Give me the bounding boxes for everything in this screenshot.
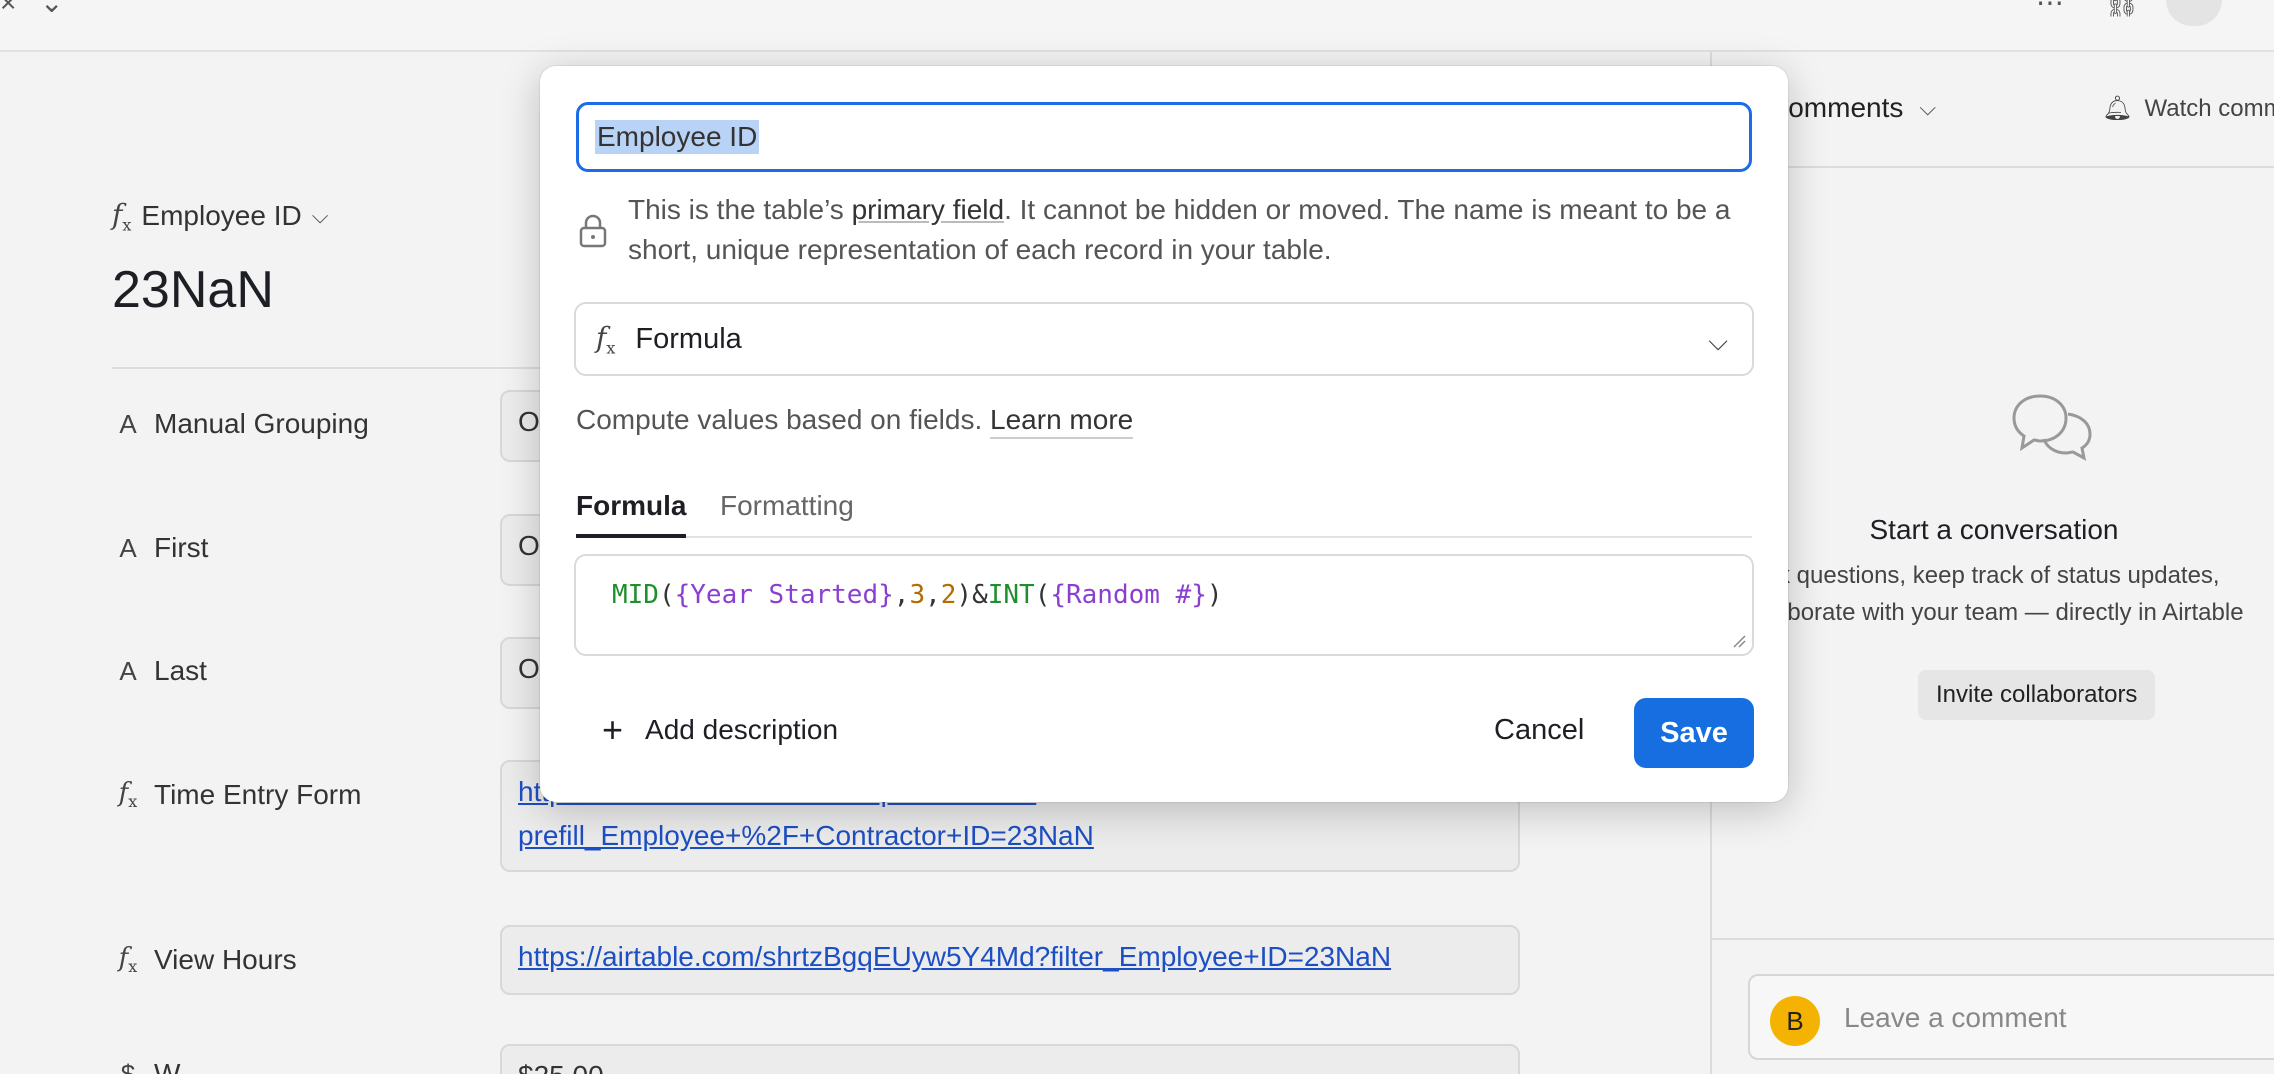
- text-field-icon: A: [119, 408, 137, 439]
- currency-field-icon: $: [120, 1058, 136, 1074]
- learn-more-link[interactable]: Learn more: [990, 404, 1134, 439]
- top-bar: × ⌄ ⋯ ⛓: [0, 0, 2274, 52]
- formula-icon: fx: [112, 198, 132, 235]
- formula-token-function: MID: [612, 580, 659, 610]
- formula-token-comma: ,: [893, 580, 910, 610]
- formula-token-comma: ,: [925, 580, 941, 610]
- field-label-manual-grouping: A Manual Grouping: [116, 408, 369, 440]
- close-icon[interactable]: ×: [0, 0, 34, 17]
- divider: [112, 367, 582, 369]
- lock-icon: [579, 214, 607, 248]
- text-field-icon: A: [119, 532, 137, 563]
- formula-token-number: 2: [940, 580, 957, 610]
- field-label-text: First: [154, 532, 209, 563]
- link-icon[interactable]: ⛓: [2104, 0, 2140, 17]
- field-label-text: View Hours: [154, 943, 297, 975]
- empty-state-text-2: collaborate with your team — directly in…: [1738, 599, 2244, 626]
- field-label-text: Time Entry Form: [154, 778, 362, 810]
- formula-token-paren: ): [1206, 580, 1223, 610]
- field-label-text: Manual Grouping: [154, 408, 369, 439]
- view-hours-link[interactable]: https://airtable.com/shrtzBgqEUyw5Y4Md?f…: [518, 941, 1391, 972]
- field-value: O: [518, 406, 540, 437]
- chat-bubbles-icon: [2012, 394, 2092, 461]
- text-field-icon: A: [119, 655, 137, 686]
- empty-state-title: Start a conversation: [1869, 514, 2119, 545]
- formula-token-paren: (: [1034, 580, 1051, 610]
- formula-editor[interactable]: MID({Year Started},3,2)&INT({Random #}): [574, 554, 1754, 656]
- save-button[interactable]: Save: [1634, 698, 1754, 768]
- field-label-view-hours: fx View Hours: [116, 943, 297, 976]
- field-type-select[interactable]: fx Formula ⌵: [574, 302, 1754, 376]
- formula-token-paren: ): [956, 580, 973, 610]
- chevron-down-icon[interactable]: ⌄: [40, 0, 74, 17]
- primary-field-header[interactable]: fx Employee ID ⌵: [112, 198, 328, 235]
- formula-token-field: {Random #}: [1050, 580, 1207, 610]
- field-value: $25.00: [518, 1060, 604, 1074]
- formula-token-number: 3: [909, 580, 926, 610]
- field-name-selected-text[interactable]: Employee ID: [595, 120, 760, 154]
- comments-filter-dropdown[interactable]: Comments ⌵: [1768, 92, 1936, 124]
- field-label-time-entry-form: fx Time Entry Form: [116, 778, 362, 812]
- add-description-label: Add description: [645, 714, 839, 745]
- resize-handle-icon[interactable]: [1732, 634, 1746, 648]
- chevron-down-icon: ⌵: [1708, 326, 1728, 356]
- field-label-last: A Last: [116, 655, 207, 687]
- formula-icon: fx: [118, 943, 138, 977]
- view-hours-value: https://airtable.com/shrtzBgqEUyw5Y4Md?f…: [500, 925, 1520, 995]
- formula-token-paren: (: [658, 580, 675, 610]
- comments-panel: Comments ⌵ 🔔︎ Watch comments Start a con…: [1710, 52, 2274, 1074]
- tab-formatting[interactable]: Formatting: [720, 486, 854, 538]
- tab-formula[interactable]: Formula: [576, 486, 687, 538]
- field-value: O: [518, 530, 540, 561]
- cancel-button[interactable]: Cancel: [1494, 714, 1584, 747]
- chevron-down-icon: ⌵: [1919, 95, 1937, 120]
- watch-comments-button[interactable]: 🔔︎ Watch comments: [2102, 94, 2274, 123]
- formula-token-operator: &: [972, 580, 988, 610]
- field-type-label: Formula: [635, 322, 742, 355]
- field-value: O: [518, 653, 540, 684]
- comments-header: Comments ⌵ 🔔︎ Watch comments: [1712, 52, 2274, 168]
- type-description: Compute values based on fields. Learn mo…: [576, 404, 1134, 439]
- avatar: B: [1770, 996, 1820, 1046]
- comment-input[interactable]: B Leave a comment: [1748, 974, 2274, 1060]
- comments-toggle-icon[interactable]: [2166, 0, 2222, 26]
- invite-collaborators-button[interactable]: Invite collaborators: [1918, 670, 2156, 720]
- type-description-text: Compute values based on fields.: [576, 404, 983, 435]
- formula-token-function: INT: [987, 580, 1035, 610]
- time-entry-form-link-cont[interactable]: prefill_Employee+%2F+Contractor+ID=23NaN: [518, 820, 1094, 851]
- empty-state-text: Ask questions, keep track of status upda…: [1750, 562, 2220, 589]
- primary-field-note: This is the table’s primary field. It ca…: [628, 190, 1748, 270]
- formula-icon: fx: [596, 320, 616, 358]
- field-label-text: Last: [154, 655, 207, 686]
- formula-tabs: Formula Formatting: [576, 486, 1752, 538]
- wage-input[interactable]: $25.00: [500, 1044, 1520, 1074]
- field-config-dialog: Employee ID This is the table’s primary …: [540, 66, 1788, 802]
- field-label-text: W: [154, 1058, 181, 1074]
- divider: [1712, 938, 2274, 940]
- primary-field-name: Employee ID: [141, 200, 302, 232]
- primary-field-value: 23NaN: [112, 261, 274, 319]
- watch-label: Watch comments: [2144, 94, 2274, 122]
- note-text: This is the table’s: [628, 194, 852, 225]
- primary-field-link[interactable]: primary field: [852, 194, 1004, 225]
- field-label-first: A First: [116, 532, 208, 564]
- comments-title: Comments: [1768, 92, 1904, 123]
- plus-icon: +: [602, 709, 624, 750]
- formula-icon: fx: [118, 778, 138, 812]
- field-label-wage: $ W: [116, 1058, 181, 1074]
- chevron-down-icon: ⌵: [311, 203, 329, 229]
- more-icon[interactable]: ⋯: [2036, 0, 2070, 17]
- add-description-button[interactable]: + Add description: [602, 709, 839, 750]
- bell-icon: 🔔︎: [2102, 95, 2133, 122]
- formula-token-field: {Year Started}: [674, 580, 894, 610]
- comment-placeholder: Leave a comment: [1844, 1002, 2067, 1033]
